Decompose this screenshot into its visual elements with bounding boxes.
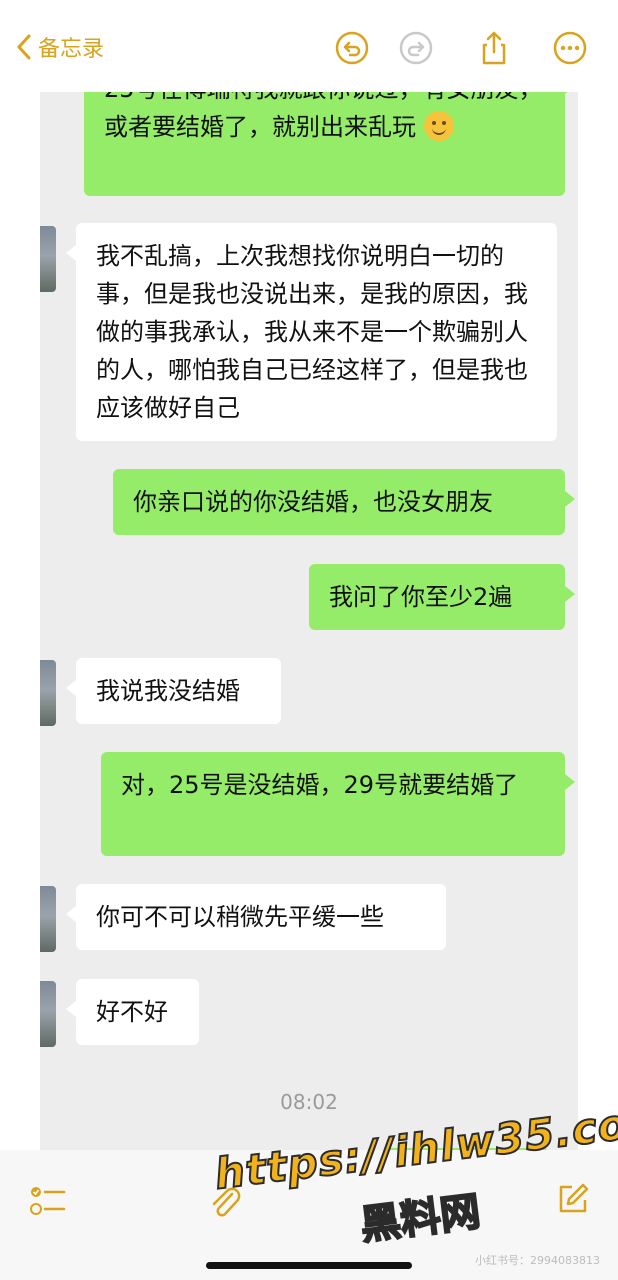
message-sent: 25号在博瑞特我就跟你说过，有女朋友，或者要结婚了，就别出来乱玩 — [84, 78, 575, 196]
undo-icon[interactable] — [334, 30, 370, 66]
message-sent: 对，25号是没结婚，29号就要结婚了 — [101, 752, 575, 856]
message-timestamp: 08:02 — [280, 1090, 338, 1114]
chat-screenshot: 25号在博瑞特我就跟你说过，有女朋友，或者要结婚了，就别出来乱玩 我不乱搞，上次… — [40, 78, 578, 1150]
more-icon[interactable] — [552, 30, 588, 66]
xiaohongshu-id: 小红书号：2994083813 — [475, 1254, 600, 1267]
message-received: 好不好 — [66, 979, 199, 1045]
avatar — [40, 226, 56, 292]
home-indicator[interactable] — [206, 1262, 412, 1269]
chevron-left-icon — [17, 34, 31, 60]
smile-emoji-icon — [423, 111, 454, 141]
checklist-icon[interactable] — [30, 1184, 66, 1218]
message-received: 我不乱搞，上次我想找你说明白一切的事，但是我也没说出来，是我的原因，我做的事我承… — [66, 223, 557, 441]
back-button[interactable]: 备忘录 — [16, 30, 104, 64]
message-received: 我说我没结婚 — [66, 658, 281, 724]
message-sent: 我问了你至少2遍 — [309, 564, 575, 630]
compose-icon[interactable] — [556, 1182, 590, 1216]
avatar — [40, 886, 56, 952]
message-sent: 你亲口说的你没结婚，也没女朋友 — [113, 469, 575, 535]
top-navigation-bar: 备忘录 — [0, 0, 618, 92]
back-label: 备忘录 — [38, 37, 105, 62]
redo-icon[interactable] — [398, 30, 434, 66]
share-icon[interactable] — [476, 30, 512, 66]
message-received: 你可不可以稍微先平缓一些 — [66, 884, 446, 950]
avatar — [40, 660, 56, 726]
avatar — [40, 981, 56, 1047]
